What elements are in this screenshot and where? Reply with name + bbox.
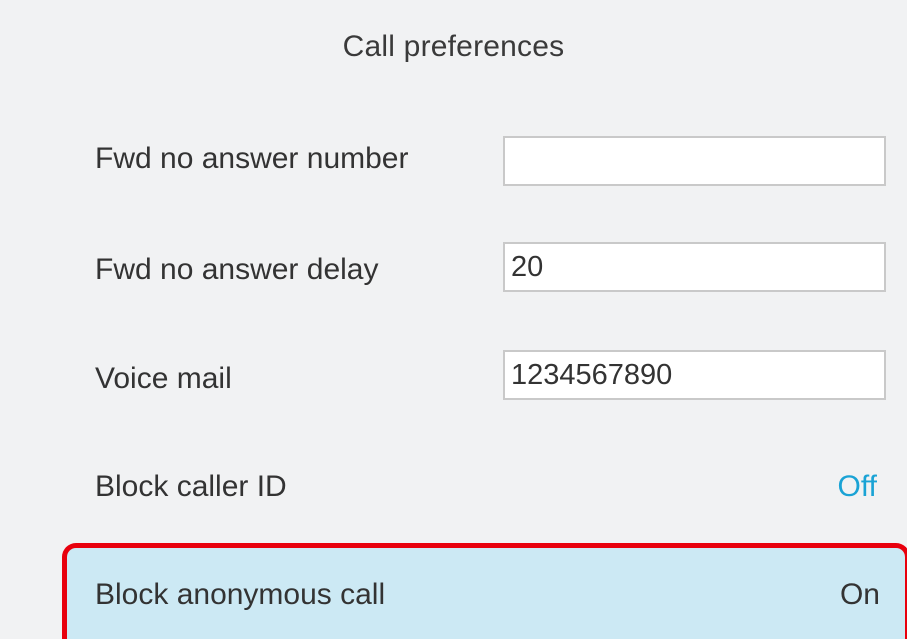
settings-row-voice-mail: Voice mail xyxy=(0,342,907,422)
block-caller-id-toggle[interactable]: Off xyxy=(838,470,877,504)
voice-mail-field[interactable] xyxy=(503,350,886,400)
settings-row-fwd-no-answer-number: Fwd no answer number xyxy=(0,120,907,200)
fwd-no-answer-delay-label: Fwd no answer delay xyxy=(95,253,379,286)
page-title: Call preferences xyxy=(342,30,565,63)
fwd-no-answer-number-field[interactable] xyxy=(503,136,886,186)
settings-row-fwd-no-answer-delay: Fwd no answer delay xyxy=(0,231,907,311)
fwd-no-answer-delay-field[interactable] xyxy=(503,242,886,292)
settings-row-block-anonymous-call[interactable]: Block anonymous call On xyxy=(62,543,907,639)
voice-mail-label: Voice mail xyxy=(95,362,232,395)
block-anonymous-call-label: Block anonymous call xyxy=(95,578,386,611)
block-anonymous-call-toggle[interactable]: On xyxy=(840,578,880,612)
fwd-no-answer-number-label: Fwd no answer number xyxy=(95,142,409,175)
call-preferences-screen: Call preferences Fwd no answer number Fw… xyxy=(0,0,907,639)
settings-row-block-caller-id[interactable]: Block caller ID Off xyxy=(0,450,907,530)
block-caller-id-label: Block caller ID xyxy=(95,470,287,503)
